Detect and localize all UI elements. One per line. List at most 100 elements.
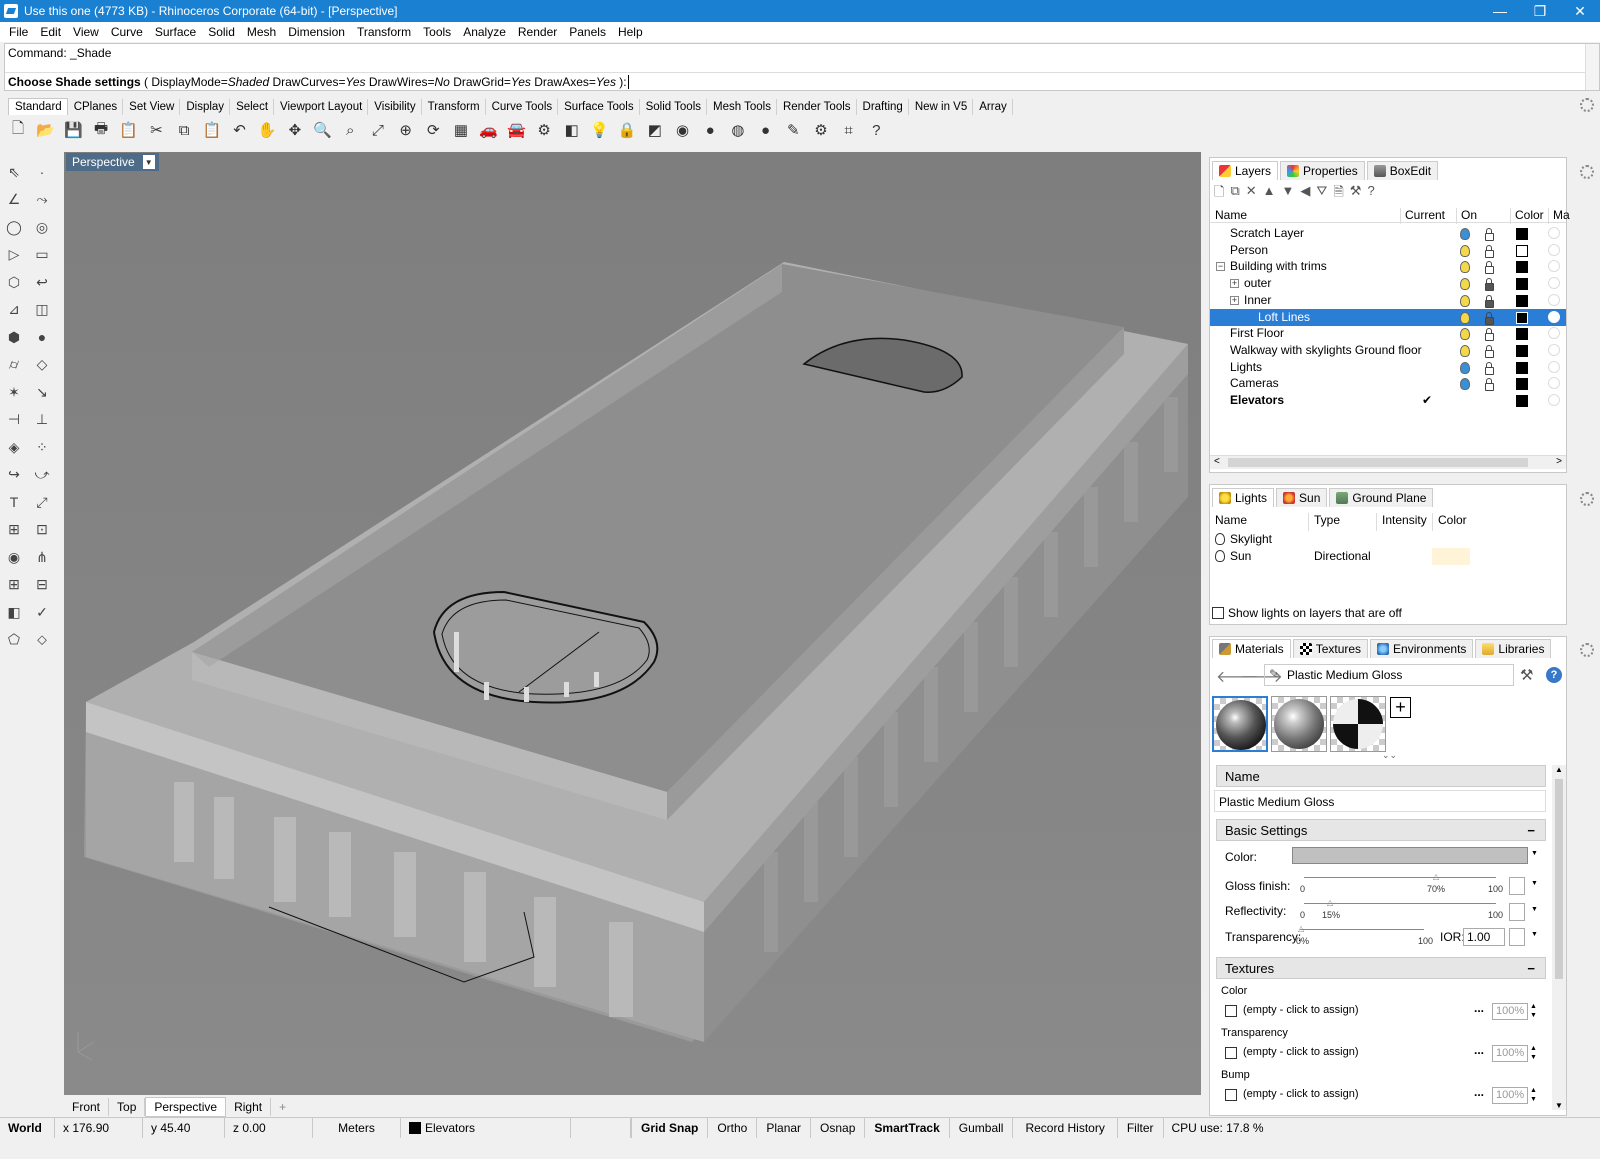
options-icon[interactable]: ⚙ [532,118,556,142]
menu-edit[interactable]: Edit [34,25,67,39]
material-thumb-gloss[interactable] [1271,696,1327,752]
sphere-blue-icon[interactable]: ● [754,118,778,142]
move-down-icon[interactable]: ▼ [1282,183,1295,199]
left-tool-icon[interactable]: ↩ [30,270,54,294]
light-bulb-icon[interactable] [1460,244,1470,257]
menu-view[interactable]: View [67,25,105,39]
light-bulb-icon[interactable] [1460,228,1470,240]
left-tool-icon[interactable]: ⬡ [2,270,26,294]
left-tool-icon[interactable]: ⊞ [2,573,26,597]
col-on[interactable]: On [1456,208,1477,224]
toggle-smarttrack[interactable]: SmartTrack [865,1117,950,1138]
layer-material-icon[interactable] [1548,293,1560,306]
add-viewport-tab-button[interactable]: + [271,1098,294,1116]
prompt-option-part[interactable]: DisplayMode= [151,75,227,89]
layer-material-icon[interactable] [1548,310,1560,323]
gloss-dropdown-icon[interactable]: ▼ [1531,880,1538,887]
open-folder-icon[interactable]: 📂 [34,118,58,142]
cut-icon[interactable]: ✂ [144,118,168,142]
left-tool-icon[interactable]: ⁘ [30,435,54,459]
texture-browse-button[interactable]: ... [1474,1001,1484,1015]
layer-material-icon[interactable] [1548,260,1560,273]
left-tool-icon[interactable]: ⊞ [2,518,26,542]
texture-browse-button[interactable]: ... [1474,1085,1484,1099]
layer-material-icon[interactable] [1548,277,1560,290]
layer-row[interactable]: − Building with trims [1210,258,1566,275]
layer-color-swatch[interactable] [1516,378,1528,391]
paste-icon[interactable]: 📋 [200,118,224,142]
close-button[interactable]: ✕ [1560,0,1600,22]
new-file-icon[interactable]: 🗋 [6,118,30,142]
layer-row[interactable]: First Floor [1210,325,1566,342]
light-bulb-icon[interactable]: 💡 [587,118,611,142]
left-tool-icon[interactable]: ⬢ [2,325,26,349]
col-material[interactable]: Ma [1548,208,1570,224]
menu-render[interactable]: Render [512,25,563,39]
menu-transform[interactable]: Transform [351,25,417,39]
cplane-status[interactable]: World [0,1117,55,1138]
toggle-planar[interactable]: Planar [757,1117,812,1138]
tab-visibility[interactable]: Visibility [368,99,422,115]
viewport-tab-top[interactable]: Top [109,1098,146,1116]
left-tool-icon[interactable]: ⊿ [2,298,26,322]
unlocked-icon[interactable] [1485,261,1494,275]
prompt-option-part[interactable]: No [435,75,450,89]
tab-drafting[interactable]: Drafting [856,99,909,115]
layer-color-swatch[interactable] [1516,261,1528,274]
left-tool-icon[interactable]: ⇖ [2,160,26,184]
tab-display[interactable]: Display [180,99,231,115]
menu-analyze[interactable]: Analyze [457,25,512,39]
light-row[interactable]: Sun Directional [1210,548,1566,565]
transparency-texture-box[interactable] [1509,928,1525,946]
undo-icon[interactable]: ↶ [228,118,252,142]
maximize-button[interactable]: ❐ [1520,0,1560,22]
gloss-thumb-icon[interactable]: △ [1433,872,1439,881]
viewport-tab-right[interactable]: Right [226,1098,272,1116]
tab-viewport-layout[interactable]: Viewport Layout [274,99,369,115]
left-tool-icon[interactable]: ∠ [2,188,26,212]
layer-color-swatch[interactable] [1516,395,1528,407]
material-tools-wrench-icon[interactable]: ⚒ [1520,666,1533,684]
left-tool-icon[interactable]: ◈ [2,435,26,459]
left-tool-icon[interactable]: ⤳ [30,188,54,212]
move-parent-icon[interactable]: ◀ [1300,183,1310,199]
locked-icon[interactable] [1485,294,1494,308]
menu-panels[interactable]: Panels [563,25,612,39]
prompt-option-part[interactable]: Yes [345,75,365,89]
viewport-menu-chevron-down-icon[interactable]: ▼ [142,155,155,169]
tab-set-view[interactable]: Set View [123,99,181,115]
prompt-option-part[interactable]: Shaded [228,75,269,89]
transparency-dropdown-icon[interactable]: ▼ [1531,931,1538,938]
left-tool-icon[interactable]: ◉ [2,545,26,569]
menu-mesh[interactable]: Mesh [241,25,282,39]
reflectivity-thumb-icon[interactable]: △ [1327,898,1333,907]
current-layer-status[interactable]: Elevators [401,1117,571,1138]
panel-tab-boxedit[interactable]: BoxEdit [1366,161,1439,180]
zoom-icon[interactable]: 🔍 [311,118,335,142]
viewport-tab-perspective[interactable]: Perspective [145,1097,227,1117]
texture-amount-spinner-icon[interactable]: ▲ [1530,1045,1537,1053]
texture-slot-checkbox[interactable] [1225,1089,1237,1101]
prompt-option-part[interactable]: DrawWires= [366,75,435,89]
light-bulb-icon[interactable] [1215,533,1225,545]
texture-amount-spinner-icon[interactable]: ▼ [1530,1096,1537,1104]
four-viewports-icon[interactable]: ▦ [449,118,473,142]
materials-vscrollbar[interactable]: ▲ ▼ [1552,765,1566,1110]
viewport-tab-front[interactable]: Front [64,1098,110,1116]
left-tool-icon[interactable]: ⤻ [30,463,54,487]
layers-help-icon[interactable]: ? [1367,183,1374,199]
left-tool-icon[interactable]: ⊥ [30,408,54,432]
current-material-breadcrumb[interactable]: ✎ Plastic Medium Gloss [1264,664,1514,686]
reflectivity-texture-box[interactable] [1509,903,1525,921]
layer-tool-icon[interactable]: 🗎 [1333,183,1343,199]
layer-color-swatch[interactable] [1516,278,1528,291]
perspective-viewport[interactable] [64,152,1201,1095]
left-tool-icon[interactable]: ▭ [30,243,54,267]
layer-color-swatch[interactable] [1516,344,1528,357]
tab-solid-tools[interactable]: Solid Tools [639,99,707,115]
material-thumb-checker[interactable] [1330,696,1386,752]
tab-transform[interactable]: Transform [421,99,486,115]
tab-array[interactable]: Array [973,99,1013,115]
layer-material-icon[interactable] [1548,343,1560,356]
tab-cplanes[interactable]: CPlanes [67,99,124,115]
